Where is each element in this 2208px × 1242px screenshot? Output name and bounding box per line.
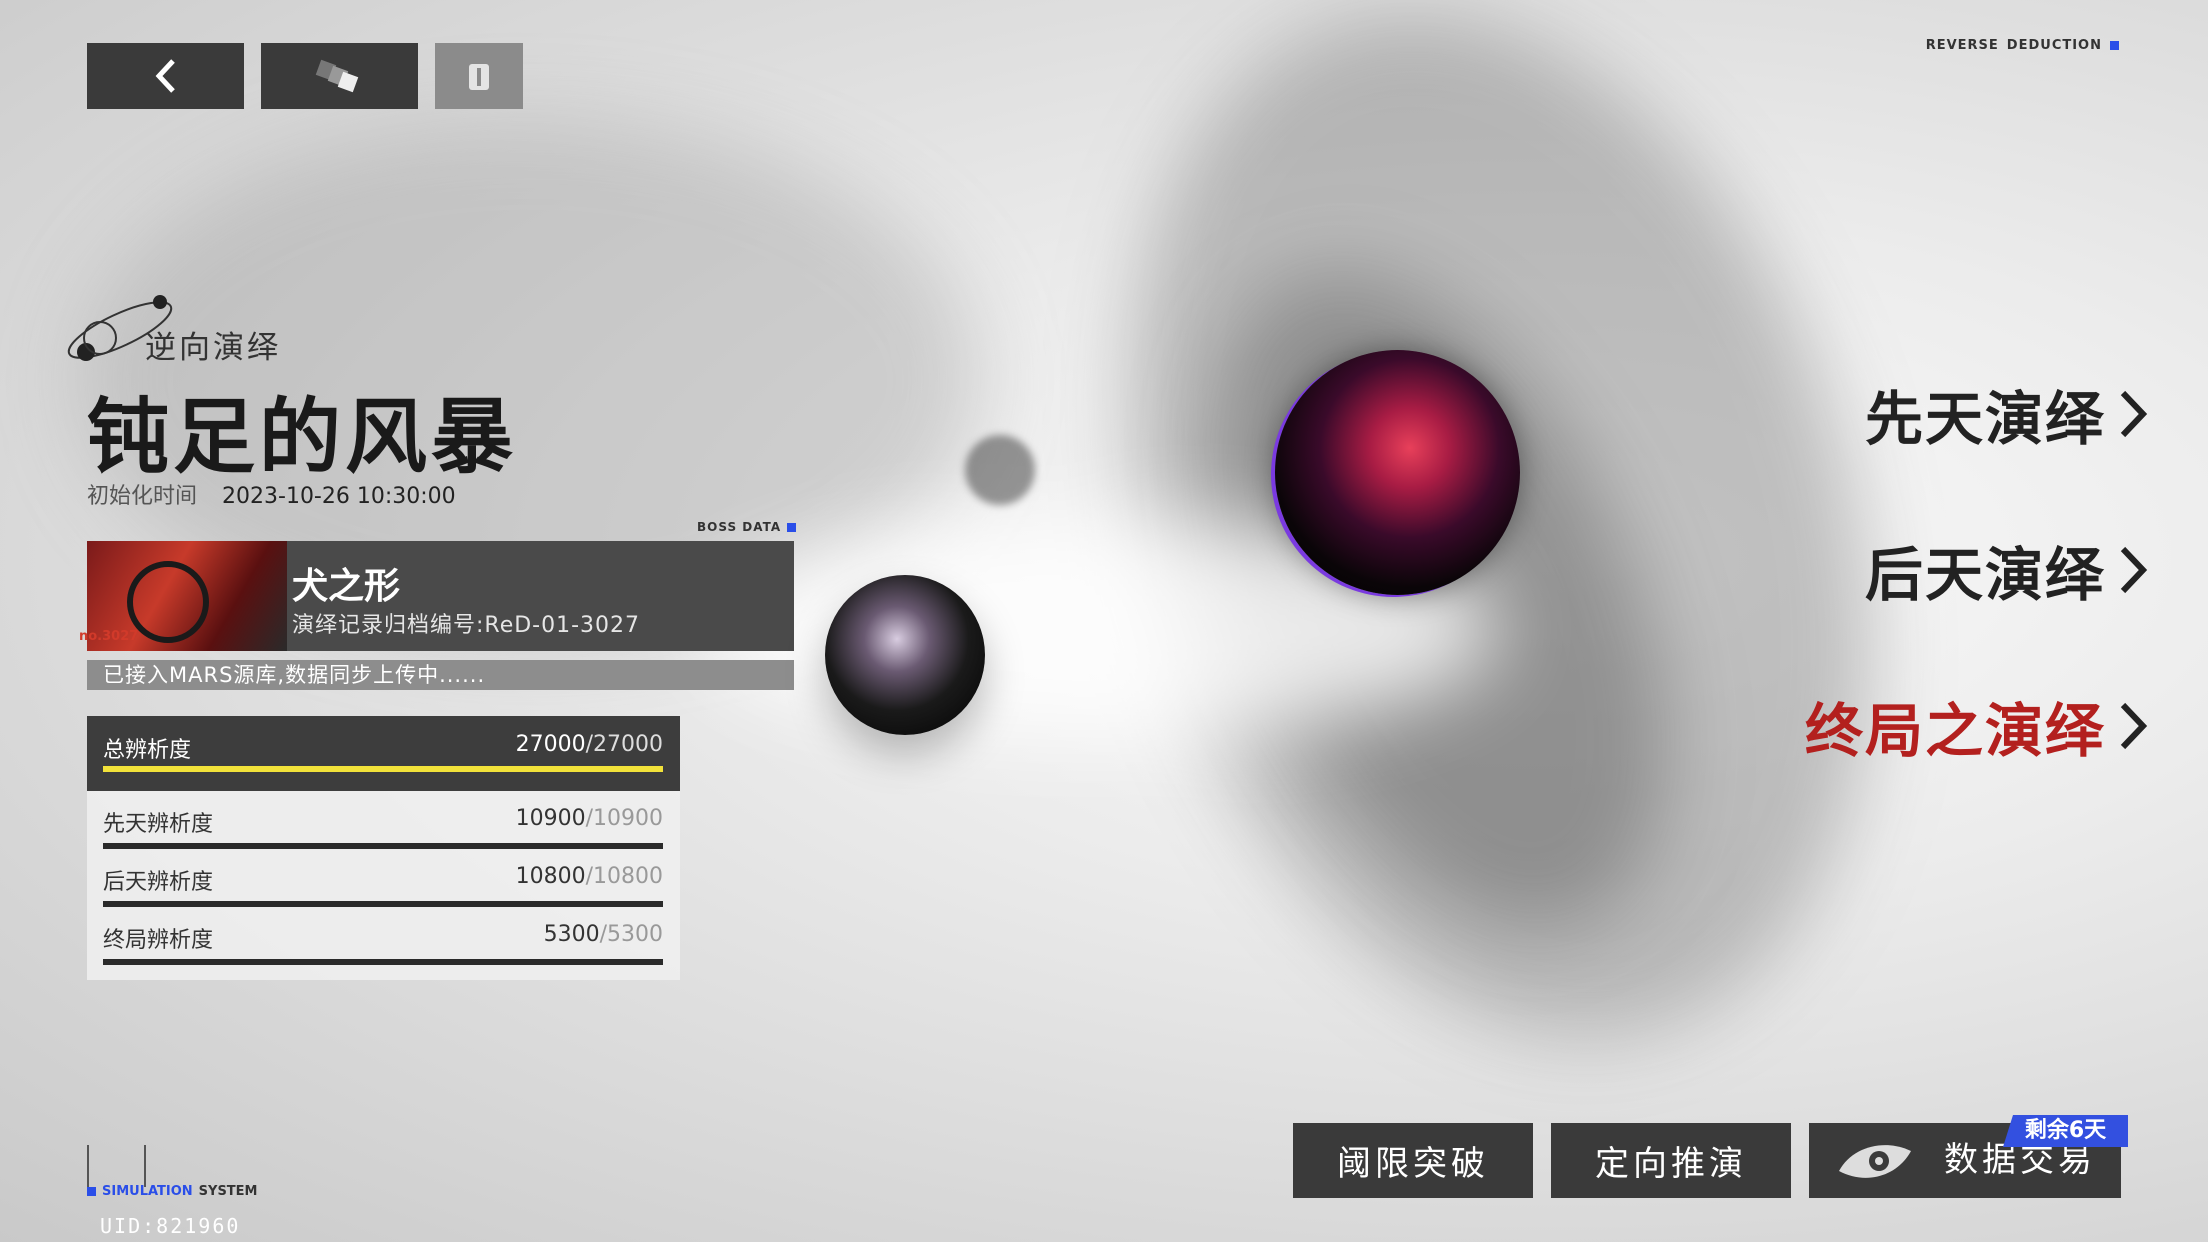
stat-label: 后天辨析度 <box>103 870 214 895</box>
simulation-system-label: SIMULATION SYSTEM <box>87 1184 258 1199</box>
uid-label: UID:821960 <box>100 1214 241 1238</box>
collection-button[interactable] <box>261 43 418 109</box>
threshold-break-button[interactable]: 阈限突破 <box>1293 1123 1533 1198</box>
brand-text-left: REVERSE <box>1925 38 1999 53</box>
stat-label: 先天辨析度 <box>103 812 214 837</box>
boss-thumb-number-wrap: no.3027 <box>79 541 138 651</box>
sim-square-icon <box>87 1187 96 1196</box>
stat-value: 10900/10900 <box>516 806 663 831</box>
boss-archive-id: 演绎记录归档编号:ReD-01-3027 <box>292 613 641 638</box>
boss-name: 犬之形 <box>292 565 401 607</box>
stat-current: 10900 <box>515 806 586 831</box>
deduction-label: 先天演绎 <box>1864 385 2105 453</box>
stat-max: /27000 <box>585 732 663 757</box>
cubes-icon <box>315 59 358 93</box>
brand-square-icon <box>2110 41 2119 50</box>
directed-deduction-button[interactable]: 定向推演 <box>1551 1123 1791 1198</box>
large-crimson-orb <box>1275 350 1520 595</box>
back-button[interactable] <box>87 43 244 109</box>
deduction-endgame[interactable]: 终局之演绎 <box>1805 684 2153 768</box>
sim-left-text: SIMULATION <box>102 1184 193 1199</box>
progress-bar <box>103 901 663 907</box>
days-remaining-badge: 剩余6天 <box>2003 1115 2128 1147</box>
boss-data-label: BOSS DATA <box>697 520 782 534</box>
chevron-right-icon <box>2120 702 2148 750</box>
progress-bar <box>103 843 663 849</box>
stat-label: 终局辨析度 <box>103 928 214 953</box>
boss-card[interactable]: 犬之形 演绎记录归档编号:ReD-01-3027 <box>87 541 794 651</box>
deduction-innate[interactable]: 先天演绎 <box>1865 372 2153 456</box>
init-time-row: 初始化时间 2023-10-26 10:30:00 <box>87 478 456 510</box>
deduction-label: 后天演绎 <box>1864 541 2105 609</box>
chevron-right-icon <box>2120 390 2148 438</box>
init-time-label: 初始化时间 <box>87 484 198 509</box>
boss-data-square-icon <box>787 522 797 532</box>
boss-thumb-number: no.3027 <box>79 629 139 644</box>
deduction-label: 终局之演绎 <box>1804 697 2105 765</box>
stat-value: 10800/10800 <box>516 864 663 889</box>
stage-title: 钝足的风暴 <box>87 389 518 485</box>
stat-value: 5300/5300 <box>544 922 663 947</box>
progress-fill <box>103 901 663 907</box>
progress-fill <box>103 959 663 965</box>
stat-label: 总辨析度 <box>103 738 192 763</box>
stat-current: 10800 <box>515 864 586 889</box>
ghost-orb <box>965 435 1035 505</box>
stat-max: /10900 <box>585 806 663 831</box>
brand-text-right: DEDUCTION <box>2006 38 2102 53</box>
info-button[interactable] <box>435 43 523 109</box>
stat-max: /10800 <box>585 864 663 889</box>
progress-fill <box>103 766 663 772</box>
progress-bar <box>103 766 663 772</box>
stat-current: 27000 <box>515 732 586 757</box>
chevron-left-icon <box>155 59 175 93</box>
eye-icon <box>1839 1145 1911 1178</box>
stat-value: 27000/27000 <box>516 732 663 757</box>
reverse-deduction-brand: REVERSE DEDUCTION <box>1926 38 2119 53</box>
simulation-logo-icon <box>87 1145 146 1187</box>
stat-max: /5300 <box>599 922 663 947</box>
sync-status-bar: 已接入MARS源库,数据同步上传中...... <box>87 660 794 690</box>
chevron-right-icon <box>2120 546 2148 594</box>
stat-current: 5300 <box>543 922 600 947</box>
sim-right-text: SYSTEM <box>198 1184 258 1199</box>
info-icon <box>469 64 489 90</box>
progress-bar <box>103 959 663 965</box>
deduction-acquired[interactable]: 后天演绎 <box>1865 528 2153 612</box>
boss-data-tag: BOSS DATA <box>697 520 797 534</box>
resolution-stats-panel: 总辨析度 27000/27000 先天辨析度 10900/10900 后天辨析度… <box>87 716 680 980</box>
stat-total: 总辨析度 27000/27000 <box>87 716 680 791</box>
init-time-value: 2023-10-26 10:30:00 <box>222 484 456 509</box>
progress-fill <box>103 843 663 849</box>
small-dark-orb <box>825 575 985 735</box>
mode-label: 逆向演绎 <box>145 330 281 366</box>
